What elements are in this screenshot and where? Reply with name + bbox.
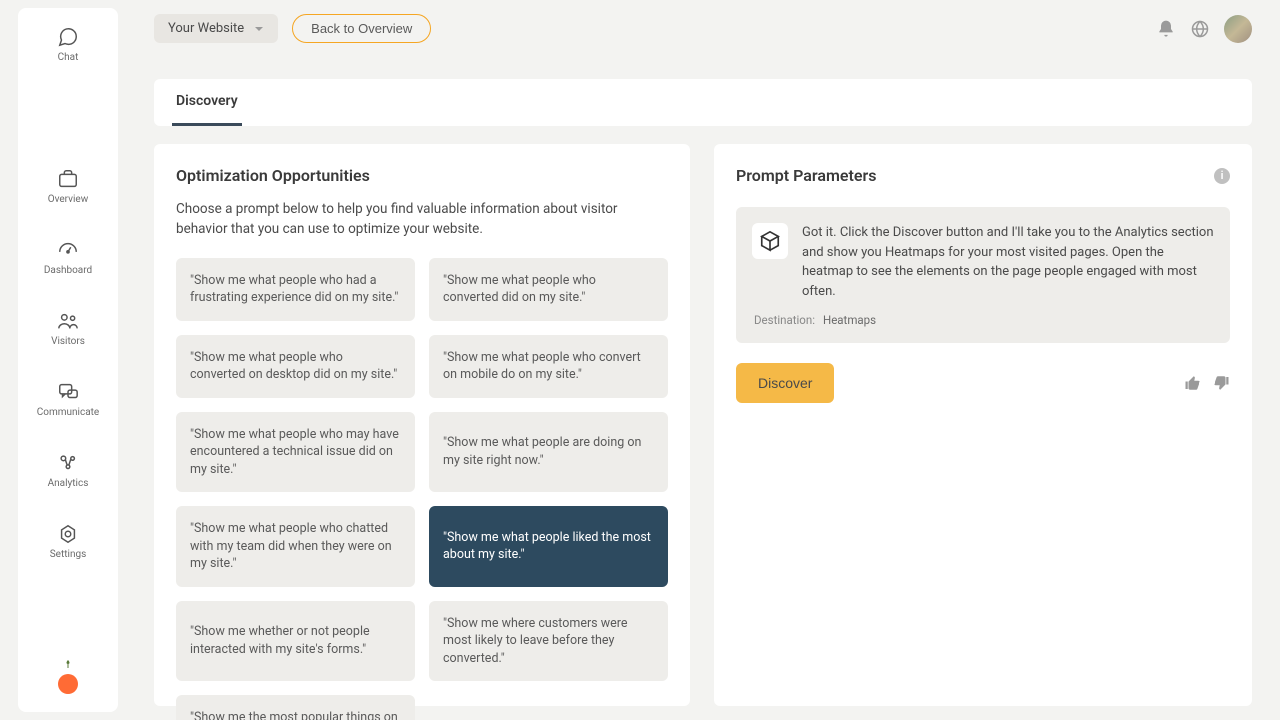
prompt-card[interactable]: "Show me the most popular things on my s… — [176, 695, 415, 720]
nav-analytics[interactable]: Analytics — [48, 452, 89, 489]
discover-button[interactable]: Discover — [736, 363, 834, 403]
communicate-icon — [57, 381, 79, 403]
prompt-card[interactable]: "Show me what people who convert on mobi… — [429, 335, 668, 398]
nav-label: Analytics — [48, 478, 89, 489]
cube-icon — [752, 223, 788, 259]
briefcase-icon — [57, 168, 79, 190]
prompt-card[interactable]: "Show me what people liked the most abou… — [429, 506, 668, 587]
nav-label: Dashboard — [44, 265, 92, 276]
response-box: Got it. Click the Discover button and I'… — [736, 207, 1230, 343]
website-dropdown-label: Your Website — [168, 21, 244, 36]
response-text: Got it. Click the Discover button and I'… — [802, 223, 1214, 301]
prompt-card[interactable]: "Show me what people who converted on de… — [176, 335, 415, 398]
nav-chat[interactable]: Chat — [57, 26, 79, 63]
settings-icon — [57, 523, 79, 545]
prompt-card[interactable]: "Show me what people who had a frustrati… — [176, 258, 415, 321]
opportunities-title: Optimization Opportunities — [176, 166, 668, 185]
prompt-card[interactable]: "Show me what people who may have encoun… — [176, 412, 415, 493]
nav-label: Settings — [50, 549, 87, 560]
sidebar: Chat Overview Dashboard Visitors Commu — [18, 8, 118, 712]
nav-label: Visitors — [51, 336, 85, 347]
tabs: Discovery — [154, 79, 1252, 126]
user-avatar[interactable] — [1224, 15, 1252, 43]
nav-label: Overview — [48, 194, 89, 205]
thumbs-down-icon[interactable] — [1212, 374, 1230, 392]
prompt-card[interactable]: "Show me whether or not people interacte… — [176, 601, 415, 682]
nav-dashboard[interactable]: Dashboard — [44, 239, 92, 276]
main-content: Your Website Back to Overview Discovery … — [118, 0, 1280, 720]
nav-visitors[interactable]: Visitors — [51, 310, 85, 347]
info-icon[interactable]: i — [1214, 168, 1230, 184]
topbar: Your Website Back to Overview — [154, 14, 1252, 43]
people-icon — [57, 310, 79, 332]
tab-discovery[interactable]: Discovery — [172, 79, 242, 126]
notifications-icon[interactable] — [1156, 19, 1176, 39]
opportunities-card: Optimization Opportunities Choose a prom… — [154, 144, 690, 706]
gauge-icon — [57, 239, 79, 261]
destination-label: Destination: — [754, 313, 815, 327]
prompt-card[interactable]: "Show me where customers were most likel… — [429, 601, 668, 682]
destination-value: Heatmaps — [823, 313, 876, 327]
brand-logo — [58, 664, 78, 694]
prompt-card[interactable]: "Show me what people who converted did o… — [429, 258, 668, 321]
chat-icon — [57, 26, 79, 48]
destination-row: Destination: Heatmaps — [752, 313, 1214, 327]
nav-label: Chat — [58, 52, 79, 63]
back-to-overview-button[interactable]: Back to Overview — [292, 14, 431, 43]
prompt-card[interactable]: "Show me what people are doing on my sit… — [429, 412, 668, 493]
parameters-card: Prompt Parameters i Got it. Click the Di… — [714, 144, 1252, 706]
globe-icon[interactable] — [1190, 19, 1210, 39]
opportunities-description: Choose a prompt below to help you find v… — [176, 199, 668, 240]
analytics-icon — [57, 452, 79, 474]
nav-overview[interactable]: Overview — [48, 168, 89, 205]
nav-label: Communicate — [37, 407, 99, 418]
prompt-grid: "Show me what people who had a frustrati… — [176, 258, 668, 720]
nav-settings[interactable]: Settings — [50, 523, 87, 560]
nav-communicate[interactable]: Communicate — [37, 381, 99, 418]
thumbs-up-icon[interactable] — [1184, 374, 1202, 392]
website-dropdown[interactable]: Your Website — [154, 14, 278, 43]
chevron-down-icon — [254, 24, 264, 34]
parameters-title: Prompt Parameters — [736, 166, 876, 185]
prompt-card[interactable]: "Show me what people who chatted with my… — [176, 506, 415, 587]
